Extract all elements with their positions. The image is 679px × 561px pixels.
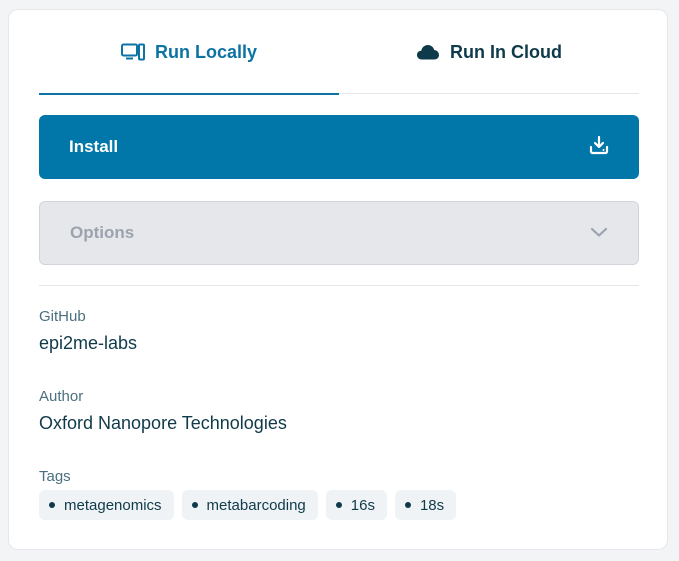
tab-run-in-cloud[interactable]: Run In Cloud — [339, 10, 639, 94]
install-button-label: Install — [69, 137, 119, 156]
run-mode-tabs: Run Locally Run In Cloud — [39, 10, 639, 95]
author-label: Author — [39, 388, 84, 405]
tag-label: 18s — [419, 496, 445, 514]
tag-dot — [335, 502, 342, 508]
github-value[interactable]: epi2me-labs — [39, 333, 137, 354]
tab-run-locally[interactable]: Run Locally — [39, 10, 339, 95]
chevron-down-icon — [590, 223, 608, 243]
tag-label: metagenomics — [64, 496, 162, 514]
section-divider — [39, 285, 639, 286]
tag-dot — [49, 502, 55, 508]
install-button[interactable]: Install — [39, 115, 639, 179]
author-value: Oxford Nanopore Technologies — [39, 413, 287, 433]
desktop-icon — [120, 43, 145, 61]
tag-chip[interactable]: 18s — [394, 490, 457, 520]
tag-list: metagenomics metabarcoding 16s 18s — [39, 490, 457, 520]
download-icon — [589, 135, 609, 160]
github-label: GitHub — [39, 308, 86, 325]
tag-label: metabarcoding — [206, 496, 306, 514]
tags-label: Tags — [39, 468, 71, 485]
options-dropdown[interactable]: Options — [39, 201, 639, 265]
cloud-icon — [416, 44, 440, 60]
tab-run-in-cloud-label: Run In Cloud — [450, 41, 562, 62]
tag-chip[interactable]: metabarcoding — [181, 490, 318, 520]
tag-dot — [191, 502, 198, 508]
run-panel-card: Run Locally Run In Cloud Install Options — [8, 9, 668, 550]
options-dropdown-label: Options — [70, 223, 135, 242]
tag-dot — [404, 502, 411, 508]
tag-chip[interactable]: metagenomics — [39, 490, 174, 520]
tag-label: 16s — [350, 496, 375, 514]
tab-run-locally-label: Run Locally — [154, 41, 257, 62]
tag-chip[interactable]: 16s — [325, 490, 387, 520]
